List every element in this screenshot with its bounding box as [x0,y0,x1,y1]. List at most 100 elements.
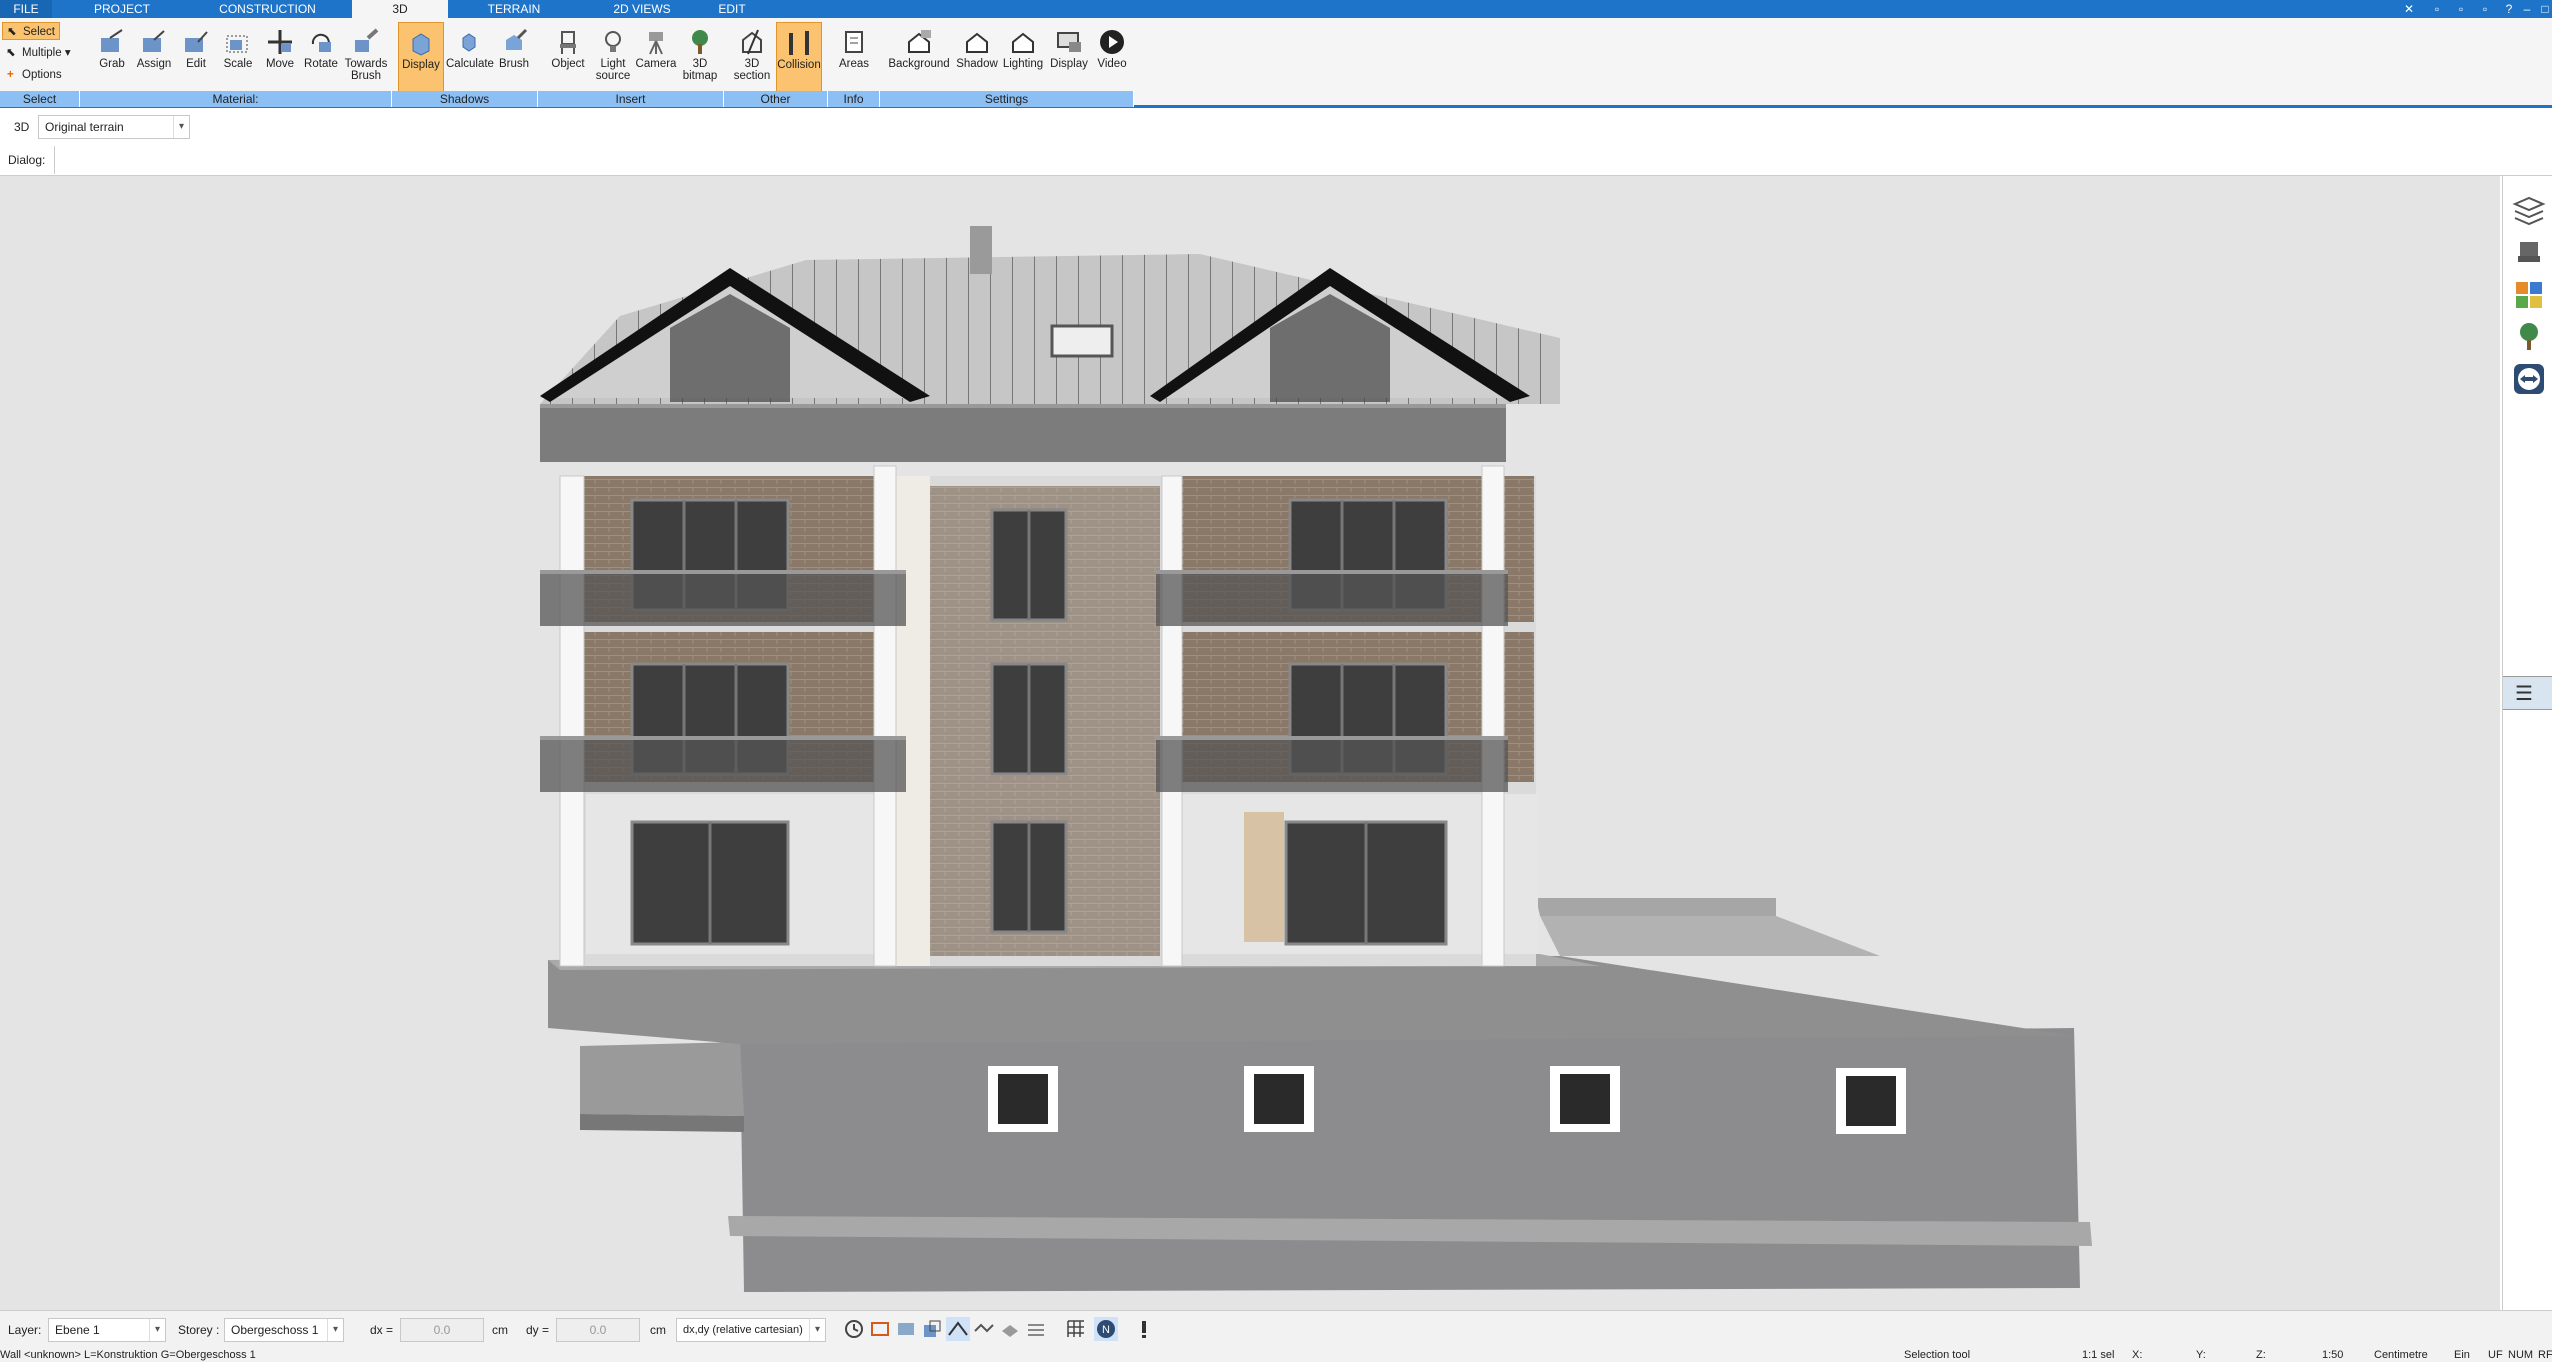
move-icon [268,30,292,54]
building-render [540,226,2092,1292]
window-icon-2[interactable]: ▫ [2452,0,2470,18]
3d-section-button[interactable]: 3D section [730,22,774,102]
background-button[interactable]: Background [886,22,952,102]
snap-icon-1[interactable] [868,1317,892,1341]
info-line: Wall <unknown> L=Konstruktion G=Obergesc… [0,1348,2552,1362]
group-shadows: Shadows [392,91,538,107]
plants-icon[interactable] [2512,320,2546,354]
furniture-icon[interactable] [2512,236,2546,270]
grid-icon[interactable] [1064,1317,1088,1341]
snap-icon-7[interactable] [1024,1317,1048,1341]
video-button[interactable]: Video [1092,22,1132,102]
hamburger-icon: ☰ [2515,683,2533,705]
dx-input[interactable]: 0.0 [400,1318,484,1342]
grab-button[interactable]: Grab [94,22,130,102]
snap-icon-2[interactable] [894,1317,918,1341]
left-terrace [580,1042,744,1116]
tab-file[interactable]: FILE [0,0,52,18]
unit-value: Centimetre [2374,1349,2428,1361]
terrain-select[interactable]: Original terrain ▾ [38,115,190,139]
left-terrace-edge [580,1114,744,1132]
camera-label: Camera [635,58,677,70]
brush-shadow-button[interactable]: Brush [494,22,534,102]
right-side-panel: ☰ [2502,176,2552,1310]
options-button[interactable]: + Options [2,66,82,84]
dy-input[interactable]: 0.0 [556,1318,640,1342]
light-source-label: Light source [595,58,631,82]
towards-brush-icon [355,28,379,52]
north-icon[interactable]: N [1094,1317,1118,1341]
display-shadows-label: Display [402,59,440,71]
right-terrace-wall [1536,898,1776,916]
svg-text:N: N [1102,1324,1110,1336]
grab-label: Grab [99,58,125,70]
window-icon-3[interactable]: ▫ [2476,0,2494,18]
3d-bitmap-button[interactable]: 3D bitmap [680,22,720,102]
snap-icon-6[interactable] [998,1317,1022,1341]
window-icon-1[interactable]: ▫ [2428,0,2446,18]
scale-value: 1:50 [2322,1349,2344,1361]
tab-2d-views[interactable]: 2D VIEWS [600,0,684,18]
object-button[interactable]: Object [548,22,588,102]
snap-icon-5[interactable] [972,1317,996,1341]
group-material: Material: [80,91,392,107]
rotate-button[interactable]: Rotate [302,22,340,102]
multiple-icon: ⬉ [6,47,16,59]
display-shadows-button[interactable]: Display [398,22,444,102]
tools-icon[interactable]: ✕ [2400,0,2418,18]
edit-button[interactable]: Edit [178,22,214,102]
selection-info: Wall <unknown> L=Konstruktion G=Obergesc… [0,1349,256,1361]
coord-mode-select[interactable]: dx,dy (relative cartesian) ▾ [676,1318,826,1342]
select-button[interactable]: ⬉ Select [2,22,60,40]
multiple-button[interactable]: ⬉ Multiple ▾ [2,44,82,62]
section-icon [742,29,762,55]
menu-tab-bar: FILE PROJECT CONSTRUCTION 3D TERRAIN 2D … [0,0,2552,18]
snap-icon-3[interactable] [920,1317,944,1341]
layer-select[interactable]: Ebene 1 ▾ [48,1318,166,1342]
materials-icon[interactable] [2512,278,2546,312]
tab-terrain[interactable]: TERRAIN [472,0,556,18]
dialog-bar: Dialog: [0,144,2552,176]
group-select: Select [0,91,80,107]
towards-brush-button[interactable]: Towards Brush [342,22,390,102]
collision-button[interactable]: Collision [776,22,822,102]
rf-indicator: RF [2538,1349,2552,1361]
calculate-button[interactable]: Calculate [446,22,494,102]
maximize-icon[interactable]: □ [2536,0,2552,18]
status-bar: Layer: Ebene 1 ▾ Storey : Obergeschoss 1 ▾… [0,1310,2552,1348]
display-settings-button[interactable]: Display [1046,22,1092,102]
chevron-down-icon: ▾ [149,1319,165,1341]
panel-toggle-button[interactable]: ☰ [2503,676,2552,710]
layers-icon[interactable] [2512,194,2546,228]
3d-viewport[interactable] [0,176,2500,1310]
scale-button[interactable]: Scale [220,22,256,102]
storey-select[interactable]: Obergeschoss 1 ▾ [224,1318,344,1342]
angle-snap-icon[interactable] [946,1317,970,1341]
minimize-icon[interactable]: – [2518,0,2536,18]
areas-label: Areas [838,58,870,70]
group-info: Info [828,91,880,107]
chevron-down-icon: ▾ [61,47,71,59]
shadow-button[interactable]: Shadow [954,22,1000,102]
teamviewer-icon[interactable] [2512,362,2546,396]
lighting-button[interactable]: Lighting [1000,22,1046,102]
lightbulb-icon [605,31,621,52]
camera-button[interactable]: Camera [634,22,678,102]
assign-button[interactable]: Assign [134,22,174,102]
clock-icon[interactable] [842,1317,866,1341]
help-icon[interactable]: ? [2500,0,2518,18]
chimney [970,226,992,274]
areas-button[interactable]: Areas [834,22,874,102]
facade-windows [630,498,1448,946]
tab-project[interactable]: PROJECT [72,0,172,18]
tab-construction[interactable]: CONSTRUCTION [210,0,325,18]
tab-edit[interactable]: EDIT [708,0,756,18]
video-label: Video [1097,58,1127,70]
info-marker-icon[interactable] [1132,1317,1156,1341]
tab-3d[interactable]: 3D [352,0,448,18]
move-button[interactable]: Move [262,22,298,102]
house-lighting-icon [1012,32,1034,53]
view-toolbar: 3D Original terrain ▾ [0,112,2552,142]
door [1244,812,1284,942]
light-source-button[interactable]: Light source [592,22,634,102]
